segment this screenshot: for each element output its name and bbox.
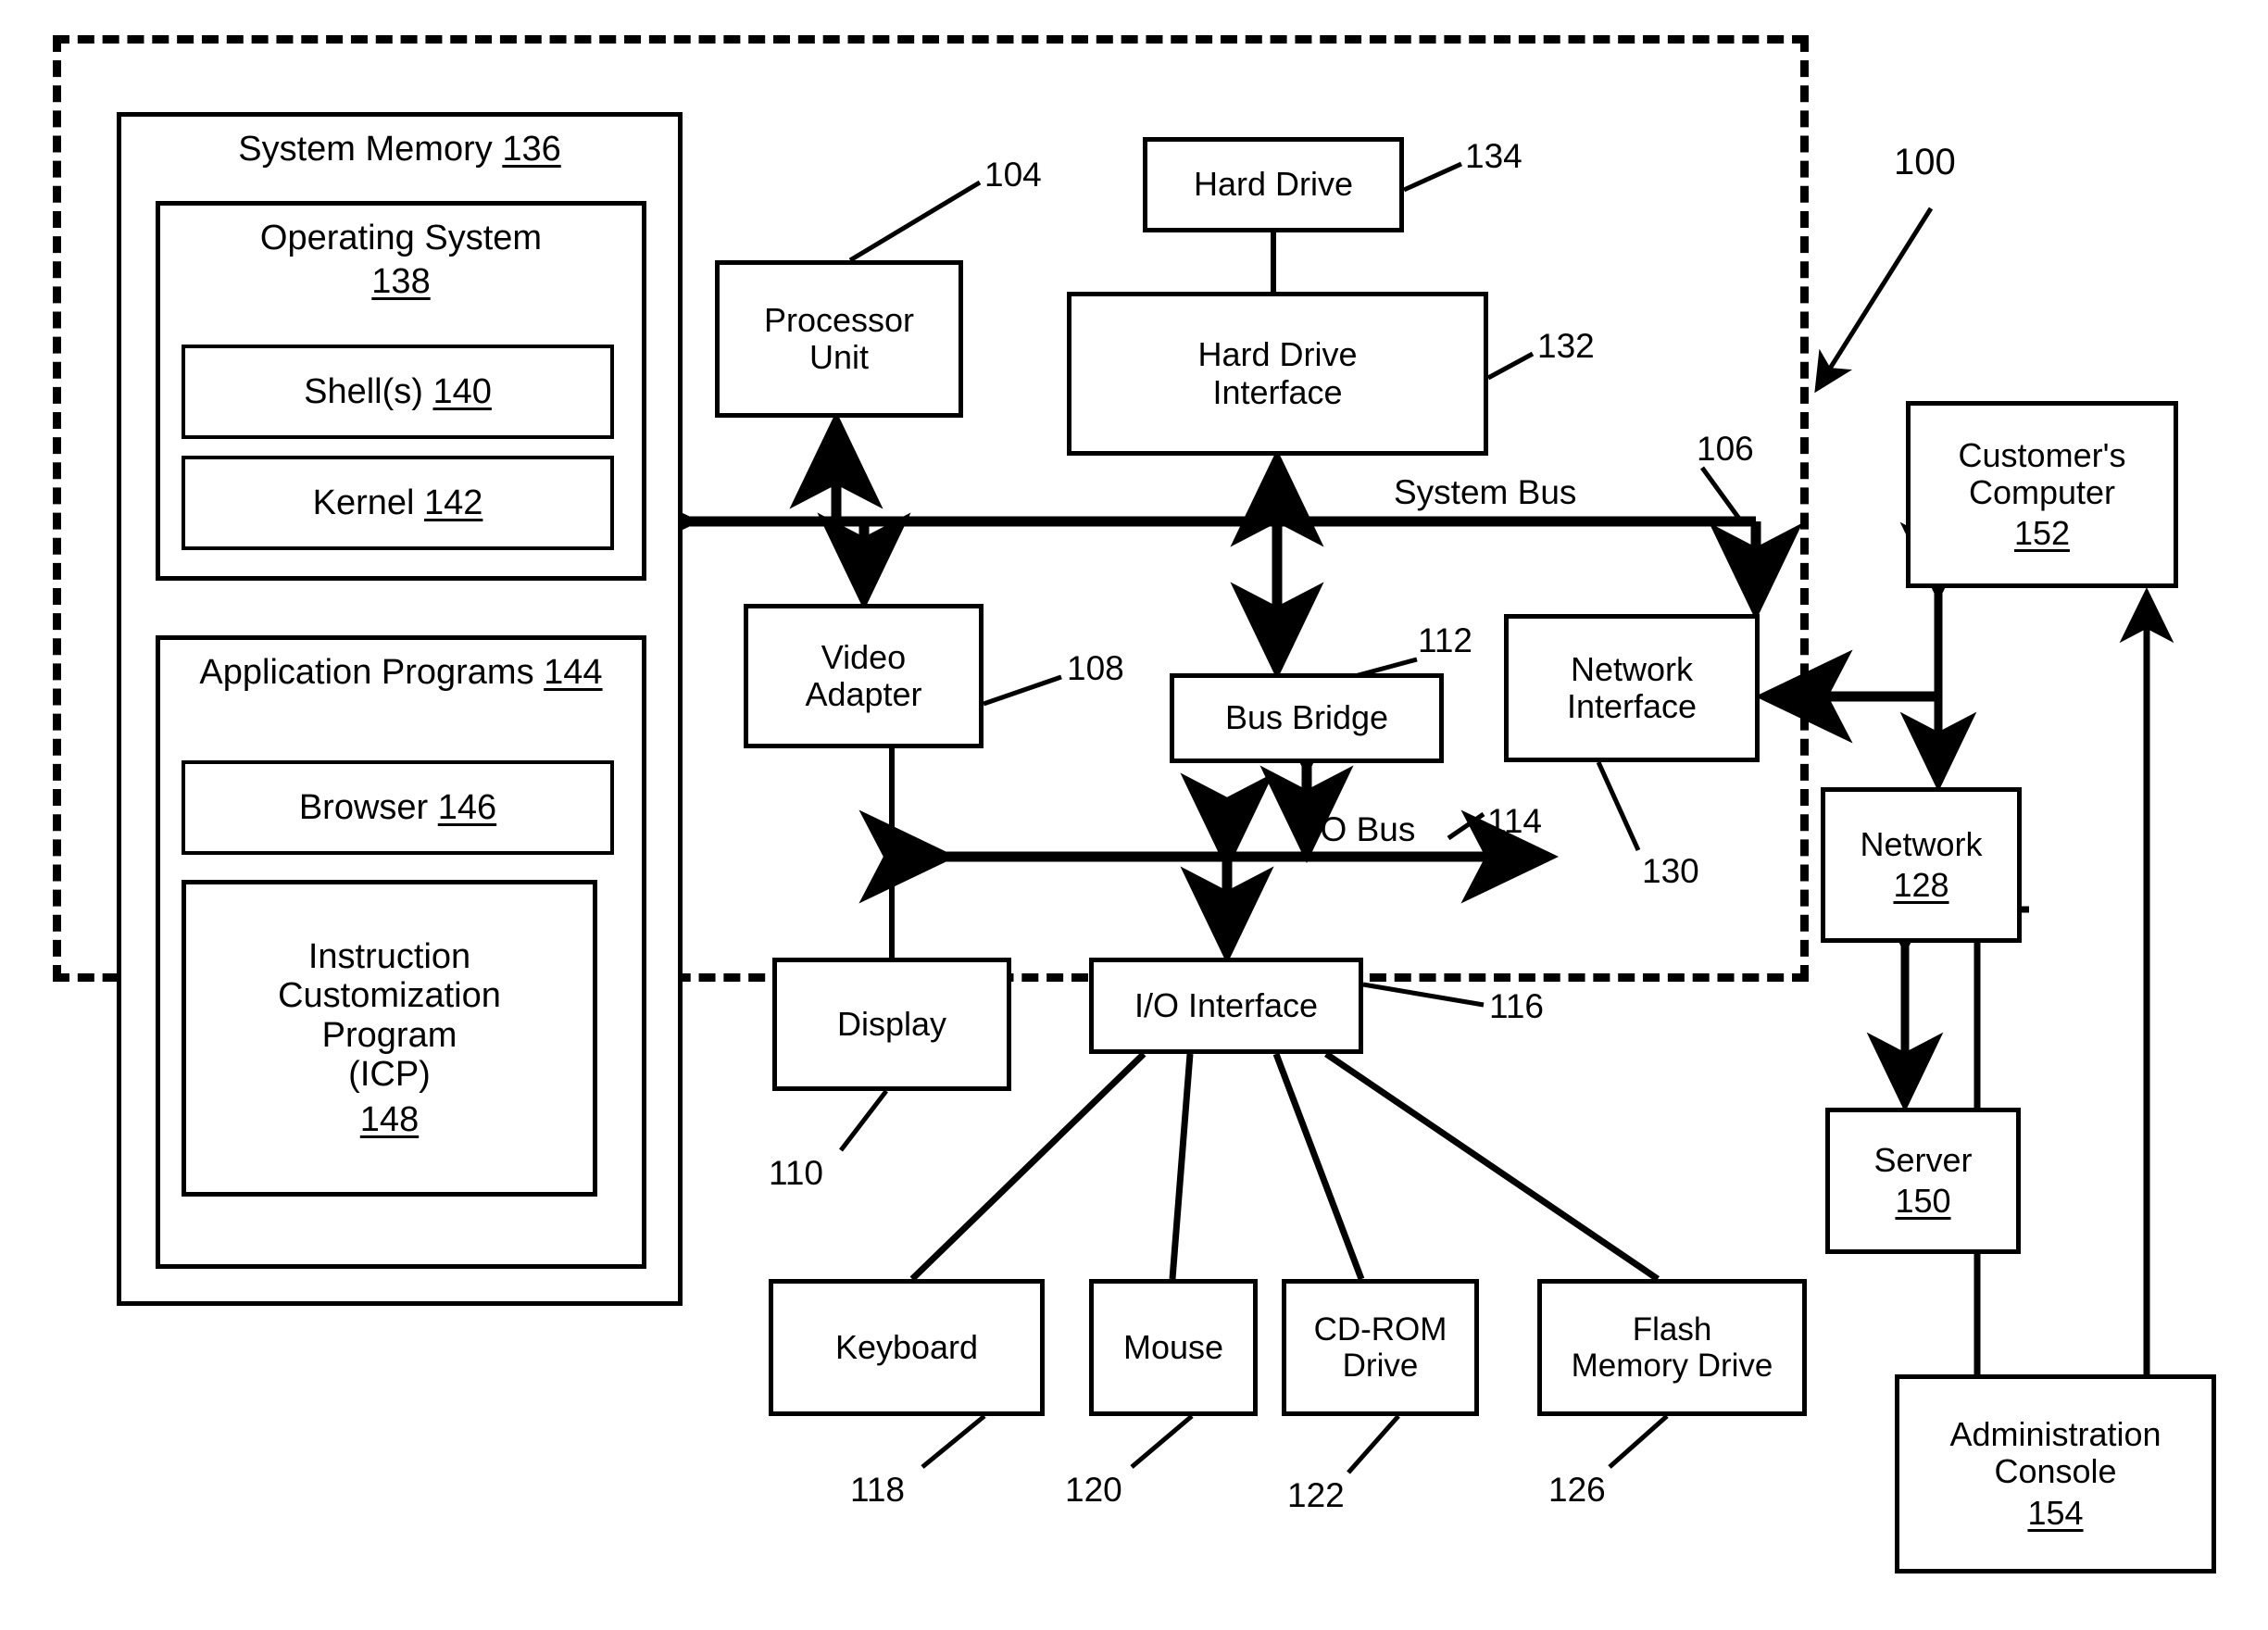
processor-unit-numeral: 104 [984, 156, 1042, 194]
wire-io-to-cdrom [1272, 1052, 1365, 1281]
hard-drive-interface-block: Hard Drive Interface [1067, 292, 1488, 456]
video-adapter-numeral: 108 [1067, 649, 1124, 687]
flash-line-1: Flash [1632, 1310, 1712, 1348]
cdrom-line-1: CD-ROM [1313, 1310, 1447, 1348]
processor-unit-line-2: Unit [808, 338, 870, 376]
figure-numeral-100: 100 [1894, 142, 1956, 182]
kernel-numeral: 142 [424, 483, 483, 522]
server-block: Server 150 [1825, 1108, 2021, 1254]
keyboard-label: Keyboard [834, 1327, 979, 1366]
video-adapter-block: Video Adapter [744, 604, 984, 748]
leader-122 [1347, 1414, 1400, 1474]
mouse-numeral: 120 [1065, 1471, 1122, 1509]
display-label: Display [836, 1004, 947, 1043]
mouse-label: Mouse [1122, 1327, 1224, 1366]
leader-126 [1608, 1414, 1669, 1469]
display-numeral: 110 [769, 1154, 823, 1192]
video-adapter-line-2: Adapter [805, 675, 922, 713]
icp-numeral: 148 [359, 1099, 420, 1139]
network-label: Network [1860, 824, 1983, 863]
hard-drive-block: Hard Drive [1143, 137, 1404, 232]
kernel-label-row: Kernel 142 [312, 483, 483, 522]
bus-bridge-numeral: 112 [1418, 621, 1472, 659]
application-programs-title: Application Programs 144 [199, 653, 603, 692]
io-interface-block: I/O Interface [1089, 958, 1363, 1054]
icp-line-2: Customization [278, 976, 501, 1016]
shells-label-row: Shell(s) 140 [304, 371, 492, 411]
patent-figure: System Memory 136 Operating System 138 S… [0, 0, 2268, 1630]
application-programs-numeral: 144 [544, 653, 603, 692]
browser-numeral: 146 [437, 787, 497, 827]
bus-bridge-label: Bus Bridge [1224, 698, 1389, 737]
hard-drive-interface-line-1: Hard Drive [1197, 335, 1358, 374]
customers-computer-line-1: Customer's [1958, 435, 2126, 474]
browser-block: Browser 146 [182, 760, 614, 855]
admin-console-line-1: Administration [1949, 1415, 2161, 1454]
icp-line-3: Program [321, 1015, 457, 1055]
keyboard-numeral: 118 [850, 1471, 905, 1509]
shells-numeral: 140 [432, 371, 492, 411]
cdrom-drive-numeral: 122 [1287, 1476, 1345, 1514]
leader-118 [921, 1414, 986, 1469]
icp-line-1: Instruction [307, 936, 471, 976]
processor-unit-line-1: Processor [763, 300, 915, 339]
network-interface-numeral: 130 [1642, 852, 1699, 890]
customers-computer-block: Customer's Computer 152 [1906, 401, 2178, 588]
server-label: Server [1873, 1140, 1973, 1179]
cdrom-drive-block: CD-ROM Drive [1282, 1279, 1479, 1416]
display-block: Display [772, 958, 1011, 1091]
leader-110 [839, 1089, 888, 1152]
bus-bridge-block: Bus Bridge [1170, 673, 1444, 763]
io-bus-numeral: 114 [1487, 802, 1542, 840]
kernel-block: Kernel 142 [182, 456, 614, 550]
instruction-customization-program-block: Instruction Customization Program (ICP) … [182, 880, 597, 1197]
hard-drive-label: Hard Drive [1193, 165, 1354, 204]
administration-console-block: Administration Console 154 [1895, 1374, 2216, 1574]
system-memory-title: System Memory 136 [238, 130, 561, 169]
admin-console-numeral: 154 [2027, 1493, 2084, 1532]
customers-computer-numeral: 152 [2013, 514, 2071, 553]
io-interface-label: I/O Interface [1134, 985, 1319, 1024]
network-interface-line-2: Interface [1566, 687, 1698, 725]
customers-computer-line-2: Computer [1968, 472, 2116, 511]
system-bus-label: System Bus [1394, 473, 1577, 511]
mouse-block: Mouse [1089, 1279, 1258, 1416]
network-block: Network 128 [1821, 787, 2022, 943]
server-numeral: 150 [1895, 1182, 1951, 1220]
network-interface-block: Network Interface [1504, 614, 1760, 762]
operating-system-numeral: 138 [371, 261, 431, 301]
system-memory-numeral: 136 [502, 130, 561, 169]
flash-memory-drive-numeral: 126 [1548, 1471, 1606, 1509]
wire-io-to-flash [1324, 1051, 1660, 1282]
cdrom-line-2: Drive [1342, 1348, 1419, 1384]
keyboard-block: Keyboard [769, 1279, 1045, 1416]
admin-console-line-2: Console [1994, 1452, 2117, 1491]
flash-memory-drive-block: Flash Memory Drive [1537, 1279, 1807, 1416]
icp-line-4: (ICP) [348, 1055, 431, 1095]
operating-system-title: Operating System [259, 219, 543, 257]
browser-label-row: Browser 146 [298, 787, 497, 827]
io-bus-label: I/O Bus [1301, 810, 1416, 848]
hard-drive-numeral: 134 [1465, 137, 1522, 175]
hard-drive-interface-line-2: Interface [1212, 372, 1343, 411]
network-numeral: 128 [1893, 866, 1949, 904]
video-adapter-line-1: Video [821, 637, 907, 676]
wire-io-to-mouse [1169, 1053, 1194, 1280]
hard-drive-interface-numeral: 132 [1537, 327, 1595, 365]
shells-block: Shell(s) 140 [182, 345, 614, 439]
processor-unit-block: Processor Unit [715, 260, 963, 418]
flash-line-2: Memory Drive [1571, 1348, 1773, 1384]
leader-120 [1130, 1414, 1194, 1469]
leader-116 [1362, 982, 1485, 1008]
system-bus-numeral: 106 [1697, 430, 1754, 468]
leader-100 [1814, 207, 1934, 394]
io-interface-numeral: 116 [1489, 987, 1544, 1025]
network-interface-line-1: Network [1570, 649, 1694, 688]
